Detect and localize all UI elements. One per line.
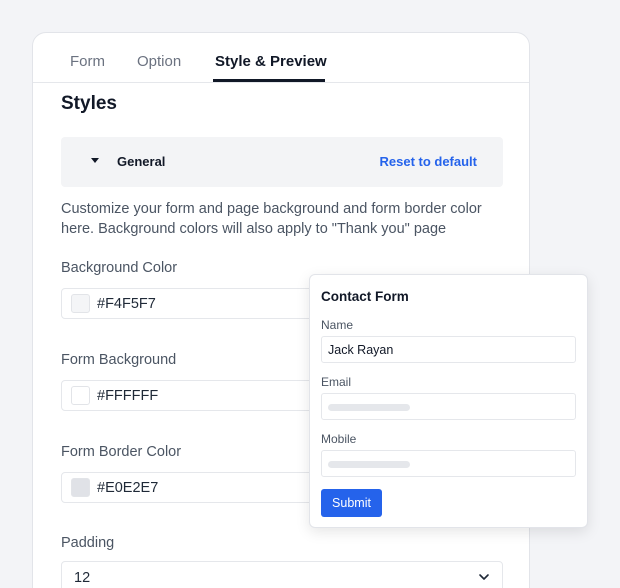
padding-value: 12 — [74, 570, 91, 586]
submit-button[interactable]: Submit — [321, 489, 382, 517]
reset-to-default-link[interactable]: Reset to default — [379, 154, 477, 169]
active-tab-indicator — [213, 79, 325, 82]
accordion-title: General — [117, 154, 166, 169]
form-border-color-label: Form Border Color — [61, 444, 182, 460]
background-color-label: Background Color — [61, 260, 178, 276]
email-input[interactable] — [321, 393, 576, 420]
form-background-label: Form Background — [61, 352, 177, 368]
mobile-input[interactable] — [321, 450, 576, 477]
tab-form[interactable]: Form — [70, 53, 105, 70]
chevron-down-icon — [479, 574, 489, 580]
mobile-label: Mobile — [321, 432, 357, 446]
general-accordion-header[interactable]: General Reset to default — [61, 137, 503, 187]
name-label: Name — [321, 318, 354, 332]
color-swatch[interactable] — [71, 478, 90, 497]
caret-down-icon[interactable] — [91, 158, 99, 163]
tab-option[interactable]: Option — [137, 53, 181, 70]
name-input[interactable]: Jack Rayan — [321, 336, 576, 363]
name-value: Jack Rayan — [328, 343, 394, 357]
contact-form-preview: Contact Form Name Jack Rayan Email Mobil… — [309, 274, 588, 528]
section-title: Styles — [61, 93, 117, 114]
color-swatch[interactable] — [71, 386, 90, 405]
padding-select[interactable]: 12 — [61, 561, 503, 588]
color-value: #E0E2E7 — [97, 480, 159, 496]
mobile-placeholder-bar — [328, 461, 410, 468]
preview-form-title: Contact Form — [321, 289, 409, 304]
color-swatch[interactable] — [71, 294, 90, 313]
color-value: #FFFFFF — [97, 388, 159, 404]
color-value: #F4F5F7 — [97, 296, 156, 312]
padding-label: Padding — [61, 535, 115, 551]
section-description: Customize your form and page background … — [61, 201, 482, 237]
email-placeholder-bar — [328, 404, 410, 411]
tab-style-preview[interactable]: Style & Preview — [215, 53, 327, 70]
email-label: Email — [321, 375, 352, 389]
tab-bar: Form Option Style & Preview — [33, 33, 529, 83]
